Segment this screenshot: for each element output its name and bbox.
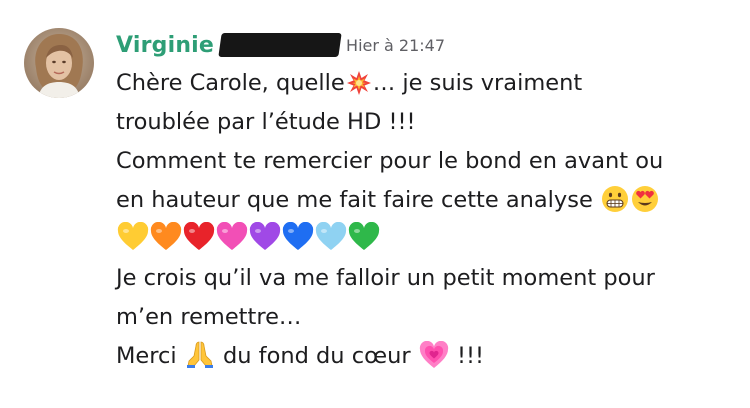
message-line: m’en remettre… <box>116 298 716 337</box>
chat-message: Virginie Hier à 21:47 Chère Carole, quel… <box>24 28 724 376</box>
message-line: Je crois qu’il va me falloir un petit mo… <box>116 259 716 298</box>
avatar[interactable] <box>24 28 94 98</box>
message-content: Virginie Hier à 21:47 Chère Carole, quel… <box>116 30 716 376</box>
pink-heart-icon <box>216 222 248 252</box>
message-text: !!! <box>456 343 484 369</box>
message-line: en hauteur que me fait faire cette analy… <box>116 181 716 220</box>
message-text: en hauteur que me fait faire cette analy… <box>116 187 593 213</box>
light-blue-heart-icon <box>315 222 347 252</box>
hearts-row <box>116 220 716 259</box>
grimacing-face-icon <box>601 185 629 213</box>
orange-heart-icon <box>150 222 182 252</box>
blue-heart-icon <box>282 222 314 252</box>
message-text: Je crois qu’il va me falloir un petit mo… <box>116 265 655 291</box>
message-line: Chère Carole, quelle … je suis vraiment <box>116 64 716 103</box>
red-heart-icon <box>183 222 215 252</box>
message-body: Chère Carole, quelle … je suis vraiment … <box>116 64 716 376</box>
message-line: troublée par l’étude HD !!! <box>116 103 716 142</box>
message-line: Merci du fond du cœur !!! <box>116 337 716 376</box>
heart-eyes-face-icon <box>631 185 659 213</box>
message-text: m’en remettre… <box>116 304 302 330</box>
message-text: du fond du cœur <box>222 343 411 369</box>
message-text: Comment te remercier pour le bond en ava… <box>116 148 664 174</box>
purple-heart-icon <box>249 222 281 252</box>
message-text: … je suis vraiment <box>372 70 583 96</box>
green-heart-icon <box>348 222 380 252</box>
message-text: Merci <box>116 343 177 369</box>
username[interactable]: Virginie <box>116 33 214 58</box>
message-text: Chère Carole, quelle <box>116 70 345 96</box>
yellow-heart-icon <box>117 222 149 252</box>
timestamp: Hier à 21:47 <box>346 35 446 55</box>
message-header: Virginie Hier à 21:47 <box>116 30 716 60</box>
redacted-lastname <box>218 33 342 57</box>
collision-icon <box>346 70 372 96</box>
message-text: troublée par l’étude HD !!! <box>116 109 416 135</box>
folded-hands-icon <box>185 339 215 369</box>
message-line: Comment te remercier pour le bond en ava… <box>116 142 716 181</box>
growing-heart-icon <box>419 341 449 369</box>
